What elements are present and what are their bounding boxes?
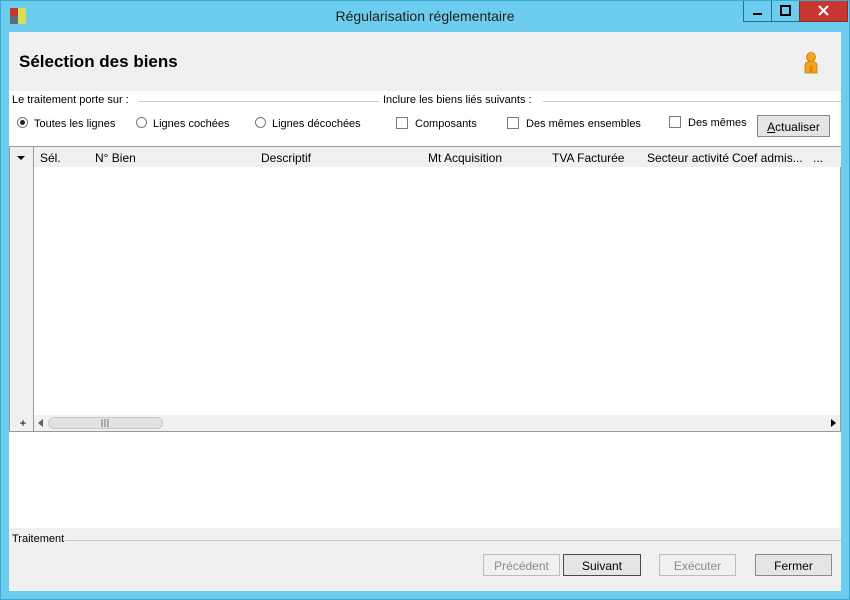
previous-button[interactable]: Précédent: [483, 554, 560, 576]
radio-checked-lines[interactable]: Lignes cochées: [136, 117, 229, 130]
execute-button[interactable]: Exécuter: [659, 554, 736, 576]
linked-label: Inclure les biens liés suivants :: [383, 94, 535, 106]
radio-button[interactable]: [17, 117, 28, 128]
grid-header: Sél. N° Bien Descriptif Mt Acquisition T…: [34, 147, 841, 167]
checkbox-same-sets[interactable]: Des mêmes ensembles: [507, 117, 641, 130]
column-header[interactable]: TVA Facturée: [552, 151, 624, 165]
checkbox-components[interactable]: Composants: [396, 117, 477, 130]
radio-label: Lignes cochées: [153, 118, 230, 130]
refresh-mnemonic: A: [767, 120, 776, 134]
grid-row-gutter: +: [10, 147, 34, 431]
radio-label: Toutes les lignes: [34, 118, 116, 130]
column-chooser-icon[interactable]: [10, 147, 33, 167]
checkbox[interactable]: [669, 116, 681, 128]
user-icon: [804, 52, 818, 74]
client-area: Sélection des biens Le traitement porte …: [9, 32, 841, 591]
minimize-button[interactable]: [743, 1, 772, 22]
close-dialog-button[interactable]: Fermer: [755, 554, 832, 576]
checkbox[interactable]: [507, 117, 519, 129]
page-title: Sélection des biens: [19, 52, 178, 71]
refresh-button[interactable]: Actualiser: [757, 115, 830, 137]
refresh-label-rest: ctualiser: [775, 120, 820, 134]
assets-grid[interactable]: + Sél. N° Bien Descriptif Mt Acquisition…: [9, 146, 841, 432]
scroll-right-icon[interactable]: [826, 415, 840, 431]
scroll-left-icon[interactable]: [34, 415, 48, 431]
linked-divider: [543, 101, 841, 102]
page-header: Sélection des biens: [9, 32, 841, 91]
column-header[interactable]: N° Bien: [95, 151, 136, 165]
column-header[interactable]: Coef admis...: [732, 151, 803, 165]
radio-all-lines[interactable]: Toutes les lignes: [17, 117, 115, 130]
radio-unchecked-lines[interactable]: Lignes décochées: [255, 117, 361, 130]
column-header[interactable]: Mt Acquisition: [428, 151, 502, 165]
close-icon: [818, 5, 829, 16]
scroll-thumb[interactable]: [48, 417, 163, 429]
minimize-icon: [753, 13, 762, 15]
radio-button[interactable]: [255, 117, 266, 128]
options-panel: Le traitement porte sur : Inclure les bi…: [9, 91, 841, 144]
close-button[interactable]: [799, 1, 848, 22]
horizontal-scrollbar[interactable]: [34, 415, 840, 431]
checkbox[interactable]: [396, 117, 408, 129]
checkbox-label: Composants: [415, 118, 477, 130]
maximize-icon: [780, 5, 791, 16]
details-pane: [9, 433, 841, 528]
checkbox-same-l[interactable]: Des mêmes l: [669, 116, 748, 129]
column-header[interactable]: Descriptif: [261, 151, 311, 165]
scope-label: Le traitement porte sur :: [12, 94, 132, 106]
title-bar[interactable]: Régularisation réglementaire: [1, 1, 849, 32]
scope-divider: [139, 101, 379, 102]
column-header[interactable]: Secteur activité: [647, 151, 729, 165]
radio-label: Lignes décochées: [272, 118, 361, 130]
column-header[interactable]: Sél.: [40, 151, 61, 165]
add-row-button[interactable]: +: [16, 415, 30, 431]
app-window: Régularisation réglementaire Sélection d…: [0, 0, 850, 600]
footer-divider: [65, 540, 841, 541]
checkbox-label: Des mêmes l: [688, 117, 748, 129]
checkbox-label: Des mêmes ensembles: [526, 118, 641, 130]
window-title: Régularisation réglementaire: [335, 8, 515, 24]
footer-label: Traitement: [12, 533, 68, 545]
column-header[interactable]: ...: [813, 151, 823, 165]
grip-icon: [101, 419, 109, 427]
radio-button[interactable]: [136, 117, 147, 128]
maximize-button[interactable]: [771, 1, 800, 22]
next-button[interactable]: Suivant: [563, 554, 641, 576]
footer-panel: Traitement Précédent Suivant Exécuter Fe…: [9, 528, 841, 591]
